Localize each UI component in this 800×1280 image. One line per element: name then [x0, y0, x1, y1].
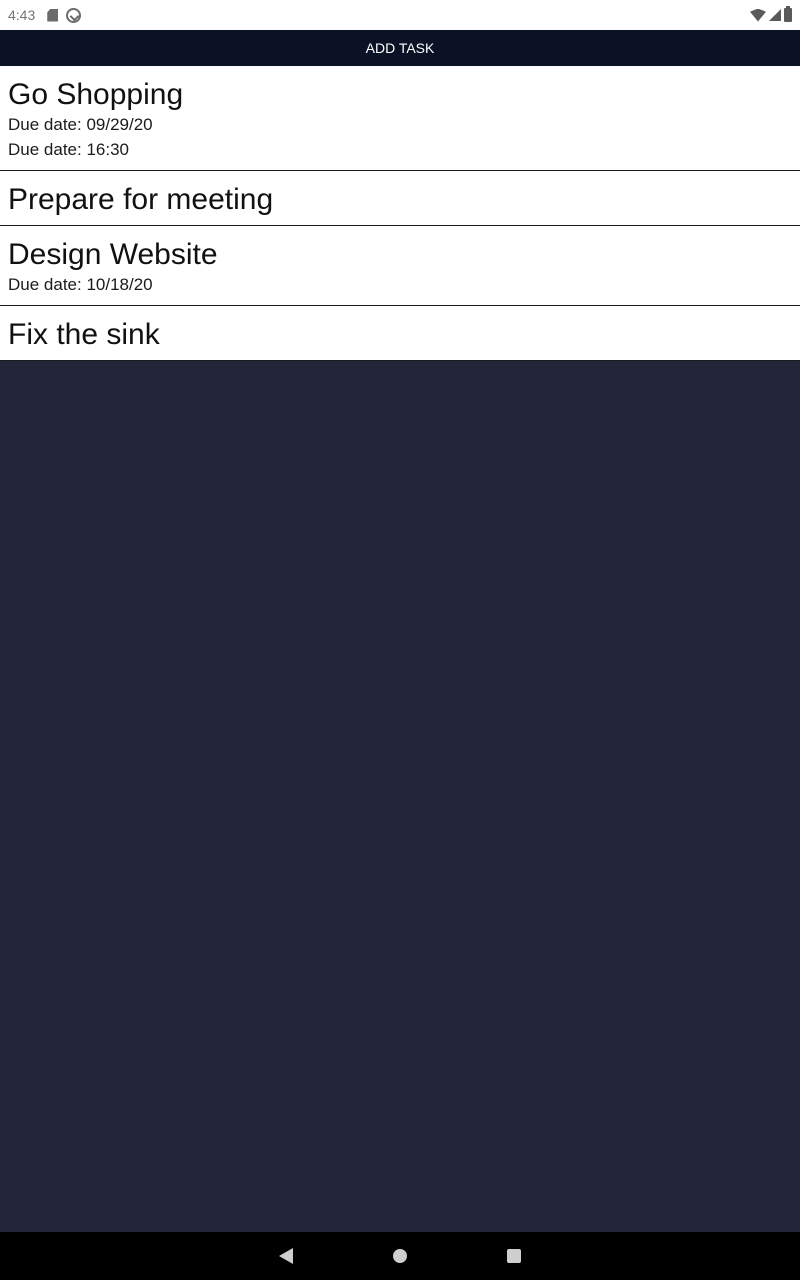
task-title: Fix the sink: [8, 318, 160, 351]
add-task-button[interactable]: ADD TASK: [0, 30, 800, 66]
task-item[interactable]: Fix the sink: [0, 306, 800, 361]
status-left-icons: [47, 7, 82, 23]
status-right-icons: [750, 0, 792, 30]
task-due-date: Due date: 09/29/20: [8, 115, 153, 134]
wifi-icon: [750, 8, 766, 22]
status-bar: 4:43: [0, 0, 800, 30]
recents-icon[interactable]: [507, 1249, 521, 1263]
home-icon[interactable]: [393, 1249, 407, 1263]
task-title: Design Website: [8, 238, 218, 271]
app-screen: 4:43 ADD TASK Go Shopping Due date: 09/2…: [0, 0, 800, 1280]
back-icon[interactable]: [279, 1248, 293, 1264]
battery-icon: [784, 6, 792, 22]
task-item[interactable]: Design Website Due date: 10/18/20: [0, 226, 800, 306]
task-due-time: Due date: 16:30: [8, 140, 129, 159]
task-due-date: Due date: 10/18/20: [8, 275, 153, 294]
sd-card-icon: [47, 8, 59, 22]
status-time: 4:43: [8, 7, 36, 23]
sync-icon: [66, 7, 82, 23]
task-title: Prepare for meeting: [8, 183, 274, 216]
task-item[interactable]: Go Shopping Due date: 09/29/20 Due date:…: [0, 66, 800, 171]
signal-icon: [769, 9, 781, 21]
navigation-bar: [0, 1232, 800, 1280]
task-list: Go Shopping Due date: 09/29/20 Due date:…: [0, 66, 800, 361]
task-item[interactable]: Prepare for meeting: [0, 171, 800, 226]
task-title: Go Shopping: [8, 78, 184, 111]
